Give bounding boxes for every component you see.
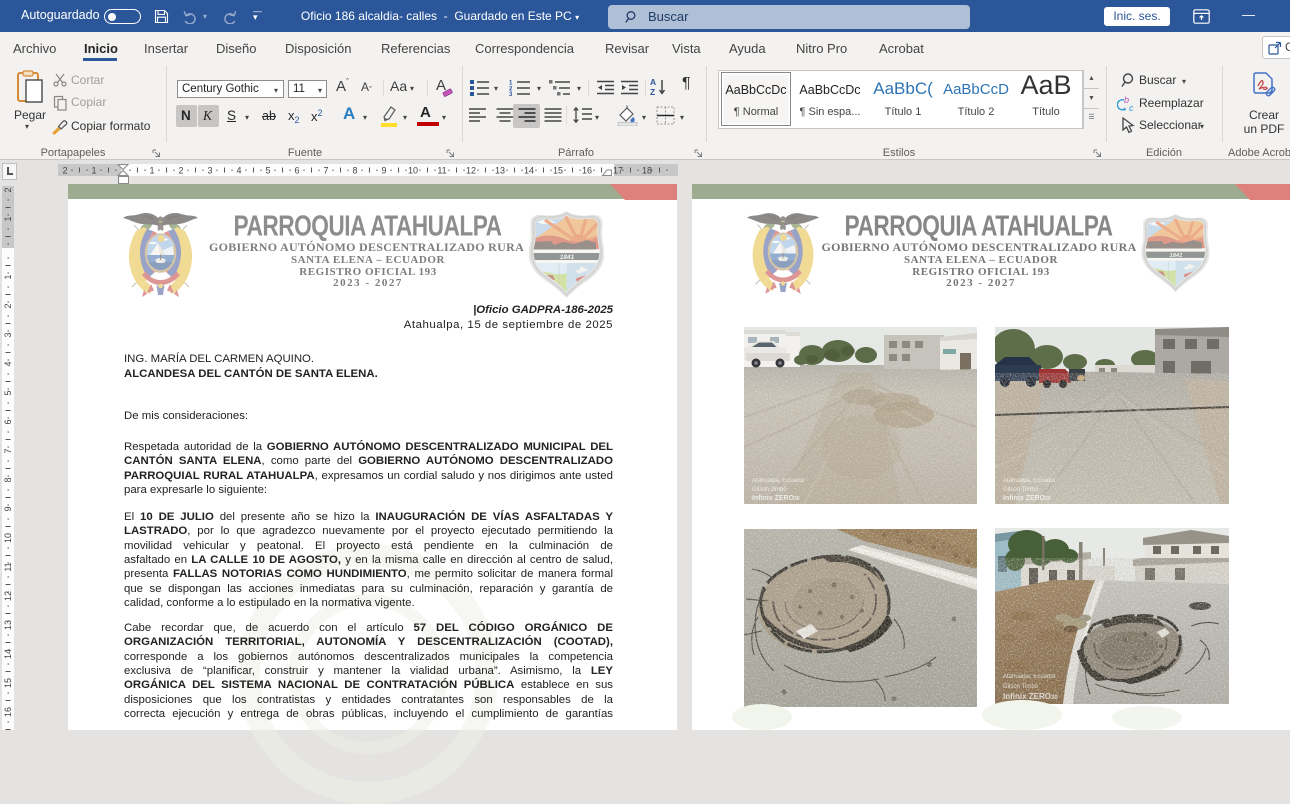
svg-text:4: 4 <box>236 166 241 176</box>
svg-text:16: 16 <box>582 166 592 176</box>
svg-text:11: 11 <box>3 562 13 571</box>
svg-text:8: 8 <box>3 477 13 482</box>
svg-text:13: 13 <box>495 166 505 176</box>
svg-text:Atahualpa, Ecuador: Atahualpa, Ecuador <box>1003 478 1056 484</box>
svg-text:7: 7 <box>323 166 328 176</box>
svg-text:2: 2 <box>3 187 13 192</box>
svg-text:2: 2 <box>178 166 183 176</box>
svg-text:1: 1 <box>3 274 13 279</box>
svg-text:15: 15 <box>553 166 563 176</box>
svg-text:12: 12 <box>466 166 476 176</box>
svg-text:4: 4 <box>3 361 13 366</box>
svg-text:9: 9 <box>381 166 386 176</box>
svg-text:2: 2 <box>3 303 13 308</box>
svg-text:17: 17 <box>613 166 623 176</box>
svg-text:Atahualpa, Ecuador: Atahualpa, Ecuador <box>752 478 805 484</box>
svg-text:6: 6 <box>3 419 13 424</box>
svg-text:3: 3 <box>3 332 13 337</box>
svg-text:5: 5 <box>265 166 270 176</box>
svg-text:8: 8 <box>352 166 357 176</box>
svg-text:2: 2 <box>62 166 67 176</box>
svg-text:3: 3 <box>207 166 212 176</box>
svg-text:Atahualpa, Ecuador: Atahualpa, Ecuador <box>1003 674 1056 680</box>
svg-text:A: A <box>650 77 656 87</box>
svg-text:10: 10 <box>408 166 418 176</box>
svg-text:Infinix ZERO30: Infinix ZERO30 <box>752 495 800 502</box>
svg-text:9: 9 <box>3 506 13 511</box>
svg-text:Gilson Timbó: Gilson Timbó <box>1003 684 1039 690</box>
svg-text:3: 3 <box>509 92 513 96</box>
svg-text:Gilson Jimbó: Gilson Jimbó <box>752 487 787 493</box>
svg-text:5: 5 <box>3 390 13 395</box>
svg-text:14: 14 <box>524 166 534 176</box>
svg-text:Infinix ZERO30: Infinix ZERO30 <box>1003 495 1051 502</box>
svg-text:1: 1 <box>91 166 96 176</box>
svg-text:Z: Z <box>650 87 655 97</box>
svg-text:1: 1 <box>149 166 154 176</box>
svg-text:11: 11 <box>437 166 446 176</box>
svg-text:Gilson Timbó: Gilson Timbó <box>1003 487 1039 493</box>
svg-text:1: 1 <box>3 216 13 221</box>
svg-text:c: c <box>1129 103 1134 113</box>
svg-text:18: 18 <box>642 166 652 176</box>
svg-text:6: 6 <box>294 166 299 176</box>
svg-text:7: 7 <box>3 448 13 453</box>
